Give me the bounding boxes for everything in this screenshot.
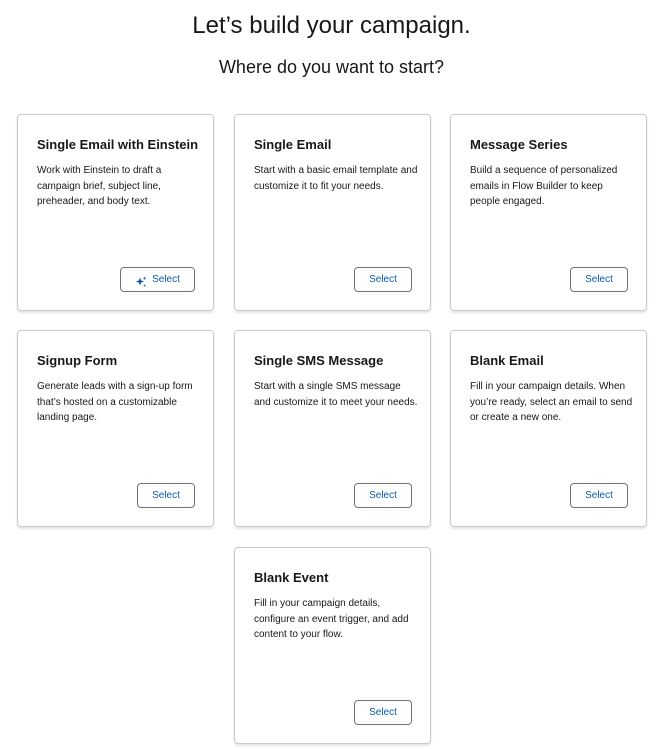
card-title: Single SMS Message (254, 353, 384, 368)
card-blank-email: Blank Email Fill in your campaign detail… (450, 330, 647, 527)
card-single-email: Single Email Start with a basic email te… (234, 114, 431, 311)
select-button-label: Select (585, 490, 613, 501)
select-single-sms-message-button[interactable]: Select (354, 483, 412, 508)
card-description: Start with a single SMS message and cust… (254, 381, 418, 408)
card-message-series: Message Series Build a sequence of perso… (450, 114, 647, 311)
select-button-label: Select (152, 490, 180, 501)
select-button-label: Select (585, 274, 613, 285)
card-title: Blank Email (470, 353, 544, 368)
card-title: Blank Event (254, 570, 329, 585)
card-single-sms-message: Single SMS Message Start with a single S… (234, 330, 431, 527)
card-title: Message Series (470, 137, 568, 152)
page-title: Let’s build your campaign. (192, 12, 471, 39)
card-description: Generate leads with a sign-up form that’… (37, 381, 193, 423)
select-button-label: Select (369, 490, 397, 501)
card-title: Single Email with Einstein (37, 137, 199, 152)
select-button-label: Select (369, 274, 397, 285)
einstein-sparkle-icon (135, 274, 147, 287)
select-message-series-button[interactable]: Select (570, 267, 628, 292)
card-blank-event: Blank Event Fill in your campaign detail… (234, 547, 431, 744)
card-description: Work with Einstein to draft a campaign b… (37, 165, 162, 207)
card-description: Build a sequence of personalized emails … (470, 165, 618, 207)
campaign-builder-page: Let’s build your campaign. Where do you … (0, 0, 671, 749)
select-single-email-button[interactable]: Select (354, 267, 412, 292)
select-button-label: Select (152, 274, 180, 285)
select-blank-email-button[interactable]: Select (570, 483, 628, 508)
card-description: Start with a basic email template and cu… (254, 165, 418, 192)
select-single-email-with-einstein-button[interactable]: Select (120, 267, 195, 292)
page-subtitle: Where do you want to start? (218, 57, 445, 77)
card-description: Fill in your campaign details, configure… (254, 598, 409, 640)
card-single-email-with-einstein: Single Email with Einstein Work with Ein… (17, 114, 214, 311)
select-blank-event-button[interactable]: Select (354, 700, 412, 725)
card-title: Single Email (254, 137, 332, 152)
select-signup-form-button[interactable]: Select (137, 483, 195, 508)
select-button-label: Select (369, 707, 397, 718)
card-description: Fill in your campaign details. When you’… (470, 381, 633, 423)
card-signup-form: Signup Form Generate leads with a sign-u… (17, 330, 214, 527)
card-title: Signup Form (37, 353, 118, 368)
